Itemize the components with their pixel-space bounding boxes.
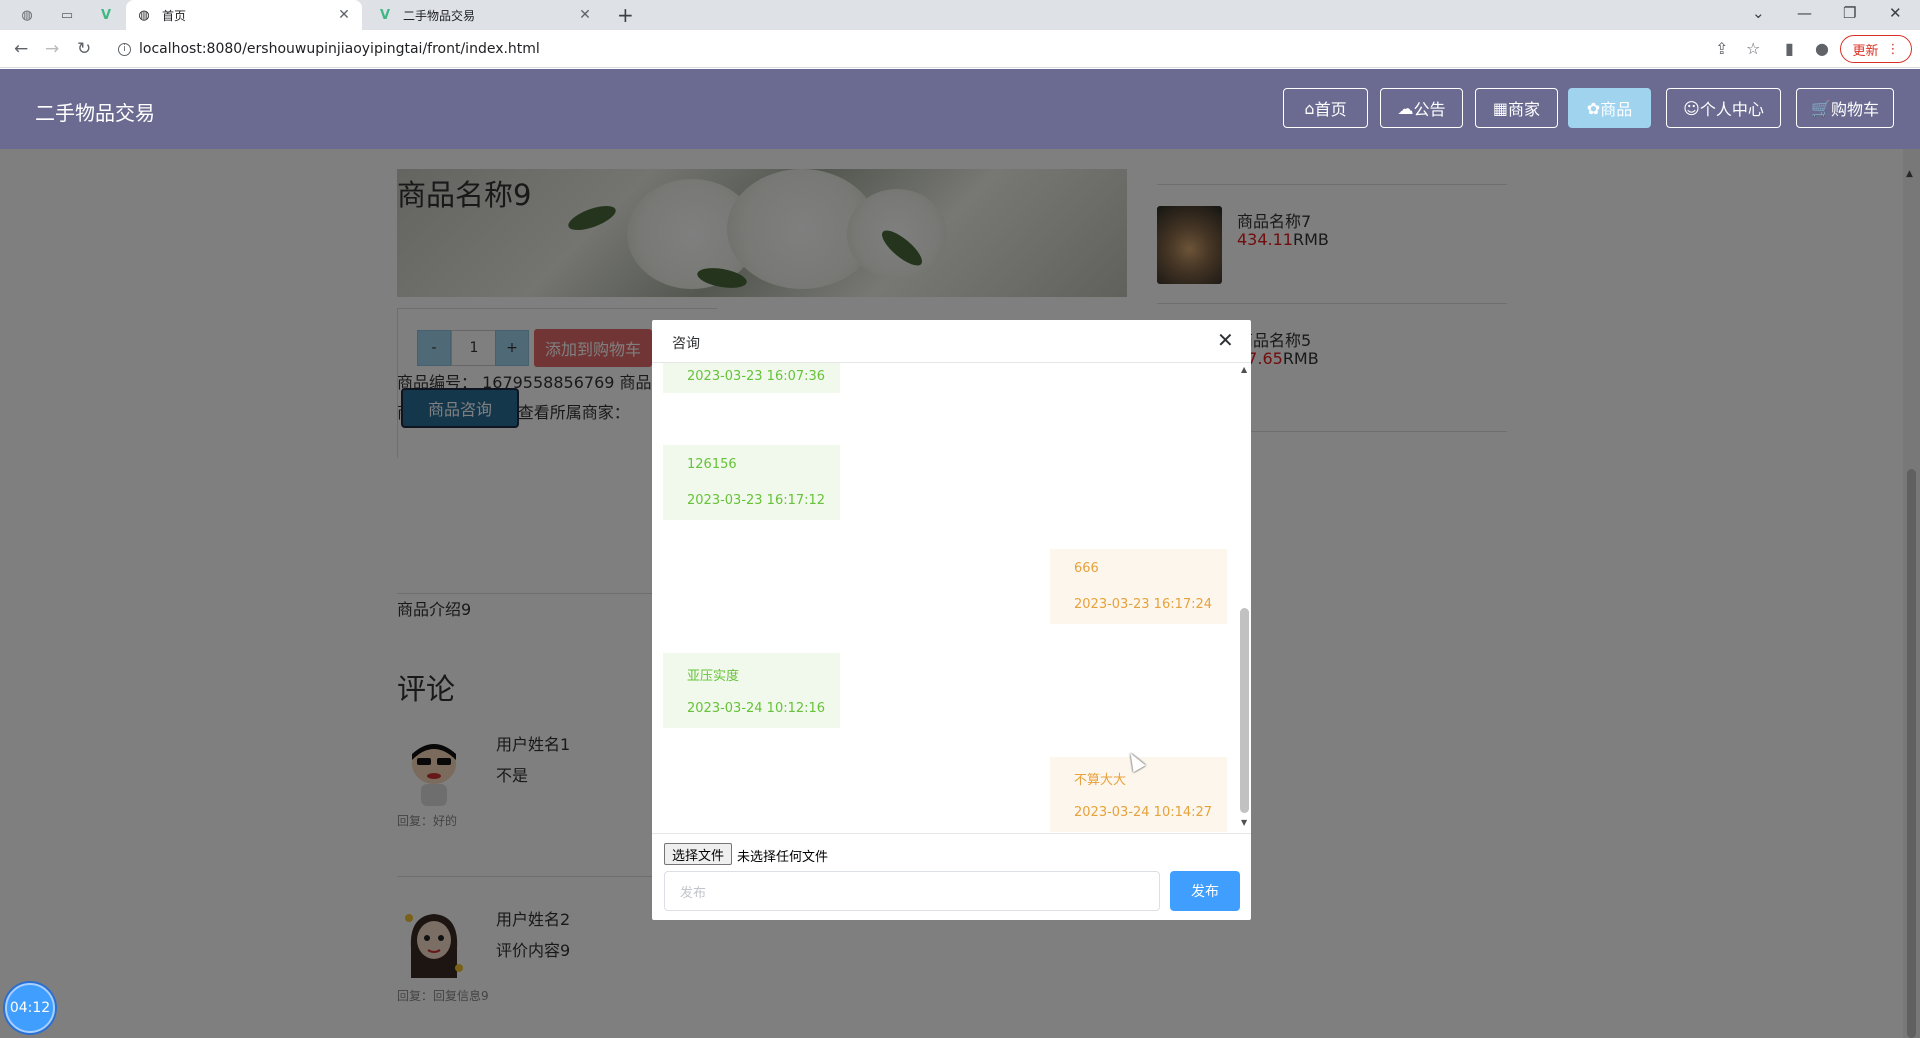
bookmark-star-icon[interactable]: ☆ bbox=[1746, 39, 1760, 58]
nav-profile[interactable]: ☺ 个人中心 bbox=[1666, 88, 1781, 128]
grid-icon: ▦ bbox=[1492, 98, 1509, 118]
menu-dots-icon: ⋮ bbox=[1886, 41, 1900, 57]
vue-logo-icon[interactable]: V bbox=[98, 7, 114, 23]
nav-home[interactable]: ⌂ 首页 bbox=[1283, 88, 1368, 128]
scrollbar-thumb[interactable] bbox=[1240, 608, 1249, 813]
browser-toolbar: ← → ↻ i localhost:8080/ershouwupinjiaoyi… bbox=[0, 30, 1920, 68]
user-icon: ☺ bbox=[1683, 98, 1700, 118]
browser-tab-bar: ◍ ▭ V ◍ 首页 ✕ V 二手物品交易 ✕ + ⌄ — ❐ ✕ bbox=[0, 0, 1920, 30]
message-time: 2023-03-24 10:12:16 bbox=[687, 701, 826, 716]
message-text: 666 bbox=[1074, 561, 1099, 576]
chat-message: 2023-03-23 16:07:36 bbox=[663, 363, 840, 393]
send-button[interactable]: 发布 bbox=[1170, 871, 1240, 911]
update-label: 更新 bbox=[1852, 43, 1879, 59]
chat-messages[interactable]: 2023-03-23 16:07:36 126156 2023-03-23 16… bbox=[652, 363, 1251, 833]
nav-label: 公告 bbox=[1413, 100, 1446, 119]
nav-label: 购物车 bbox=[1830, 100, 1879, 119]
tab-title: 二手物品交易 bbox=[403, 8, 476, 23]
scroll-down-icon[interactable]: ▼ bbox=[1241, 818, 1247, 827]
timer-badge[interactable]: 04:12 bbox=[5, 983, 55, 1033]
nav-label: 个人中心 bbox=[1699, 100, 1764, 119]
browser-tab-shop[interactable]: V 二手物品交易 ✕ bbox=[367, 0, 603, 30]
file-status: 未选择任何文件 bbox=[737, 850, 829, 865]
nav-notice[interactable]: ☁ 公告 bbox=[1380, 88, 1463, 128]
info-icon[interactable]: i bbox=[118, 42, 131, 56]
profile-icon[interactable]: ● bbox=[1815, 39, 1829, 58]
minimize-icon[interactable]: — bbox=[1797, 4, 1812, 22]
restore-icon[interactable]: ❐ bbox=[1843, 4, 1856, 22]
address-bar[interactable]: i localhost:8080/ershouwupinjiaoyipingta… bbox=[110, 35, 1760, 63]
cloud-icon: ☁ bbox=[1397, 98, 1414, 118]
chat-message: 126156 2023-03-23 16:17:12 bbox=[663, 445, 840, 520]
nav-cart[interactable]: 🛒 购物车 bbox=[1796, 88, 1894, 128]
message-text: 不算大大 bbox=[1074, 773, 1127, 788]
update-button[interactable]: 更新 ⋮ bbox=[1840, 35, 1912, 63]
message-input[interactable]: 发布 bbox=[664, 871, 1160, 911]
message-time: 2023-03-23 16:07:36 bbox=[687, 369, 826, 384]
nav-merchant[interactable]: ▦ 商家 bbox=[1475, 88, 1558, 128]
nav-goods[interactable]: ✿ 商品 bbox=[1568, 88, 1651, 128]
message-time: 2023-03-23 16:17:24 bbox=[1074, 597, 1213, 612]
site-header: 二手物品交易 ⌂ 首页 ☁ 公告 ▦ 商家 ✿ 商品 ☺ 个人中心 🛒 购物车 bbox=[0, 69, 1920, 149]
message-text: 亚压实度 bbox=[687, 669, 740, 684]
close-tab-icon[interactable]: ✕ bbox=[336, 7, 352, 23]
message-text: 126156 bbox=[687, 457, 737, 472]
message-time: 2023-03-24 10:14:27 bbox=[1074, 805, 1213, 820]
choose-file-button[interactable]: 选择文件 bbox=[664, 843, 732, 865]
dialog-title: 咨询 bbox=[672, 336, 700, 352]
back-icon[interactable]: ← bbox=[14, 39, 28, 59]
side-panel-icon[interactable]: ▮ bbox=[1785, 39, 1794, 58]
nav-label: 商品 bbox=[1600, 100, 1633, 119]
tab-search-icon[interactable]: ⌄ bbox=[1752, 4, 1765, 22]
browser-tab-home[interactable]: ◍ 首页 ✕ bbox=[126, 0, 362, 30]
share-icon[interactable]: ⇪ bbox=[1715, 39, 1728, 58]
message-time: 2023-03-23 16:17:12 bbox=[687, 493, 826, 508]
globe-icon: ◍ bbox=[138, 7, 150, 23]
close-icon[interactable]: ✕ bbox=[1217, 328, 1234, 352]
scroll-up-icon[interactable]: ▲ bbox=[1241, 365, 1247, 374]
nav-label: 商家 bbox=[1508, 100, 1541, 119]
chat-message: 666 2023-03-23 16:17:24 bbox=[1050, 549, 1227, 624]
close-tab-icon[interactable]: ✕ bbox=[577, 7, 593, 23]
divider bbox=[652, 833, 1251, 834]
window-close-icon[interactable]: ✕ bbox=[1889, 4, 1902, 22]
globe-icon[interactable]: ◍ bbox=[19, 7, 35, 23]
vue-logo-icon: V bbox=[379, 7, 391, 23]
tab-title: 首页 bbox=[162, 8, 187, 23]
chat-message: 亚压实度 2023-03-24 10:12:16 bbox=[663, 653, 840, 728]
consult-dialog: 咨询 ✕ 2023-03-23 16:07:36 126156 2023-03-… bbox=[652, 320, 1251, 920]
home-icon: ⌂ bbox=[1304, 98, 1315, 118]
chat-scrollbar[interactable]: ▲ ▼ bbox=[1238, 363, 1251, 833]
forward-icon[interactable]: → bbox=[45, 39, 59, 59]
new-tab-icon[interactable]: + bbox=[617, 3, 634, 27]
nav-label: 首页 bbox=[1314, 100, 1347, 119]
reload-icon[interactable]: ↻ bbox=[77, 39, 91, 59]
goods-icon: ✿ bbox=[1586, 98, 1601, 118]
blank-tab-icon[interactable]: ▭ bbox=[59, 7, 75, 23]
site-title: 二手物品交易 bbox=[35, 101, 155, 125]
cart-icon: 🛒 bbox=[1811, 98, 1831, 118]
url-text[interactable]: localhost:8080/ershouwupinjiaoyipingtai/… bbox=[139, 41, 540, 57]
